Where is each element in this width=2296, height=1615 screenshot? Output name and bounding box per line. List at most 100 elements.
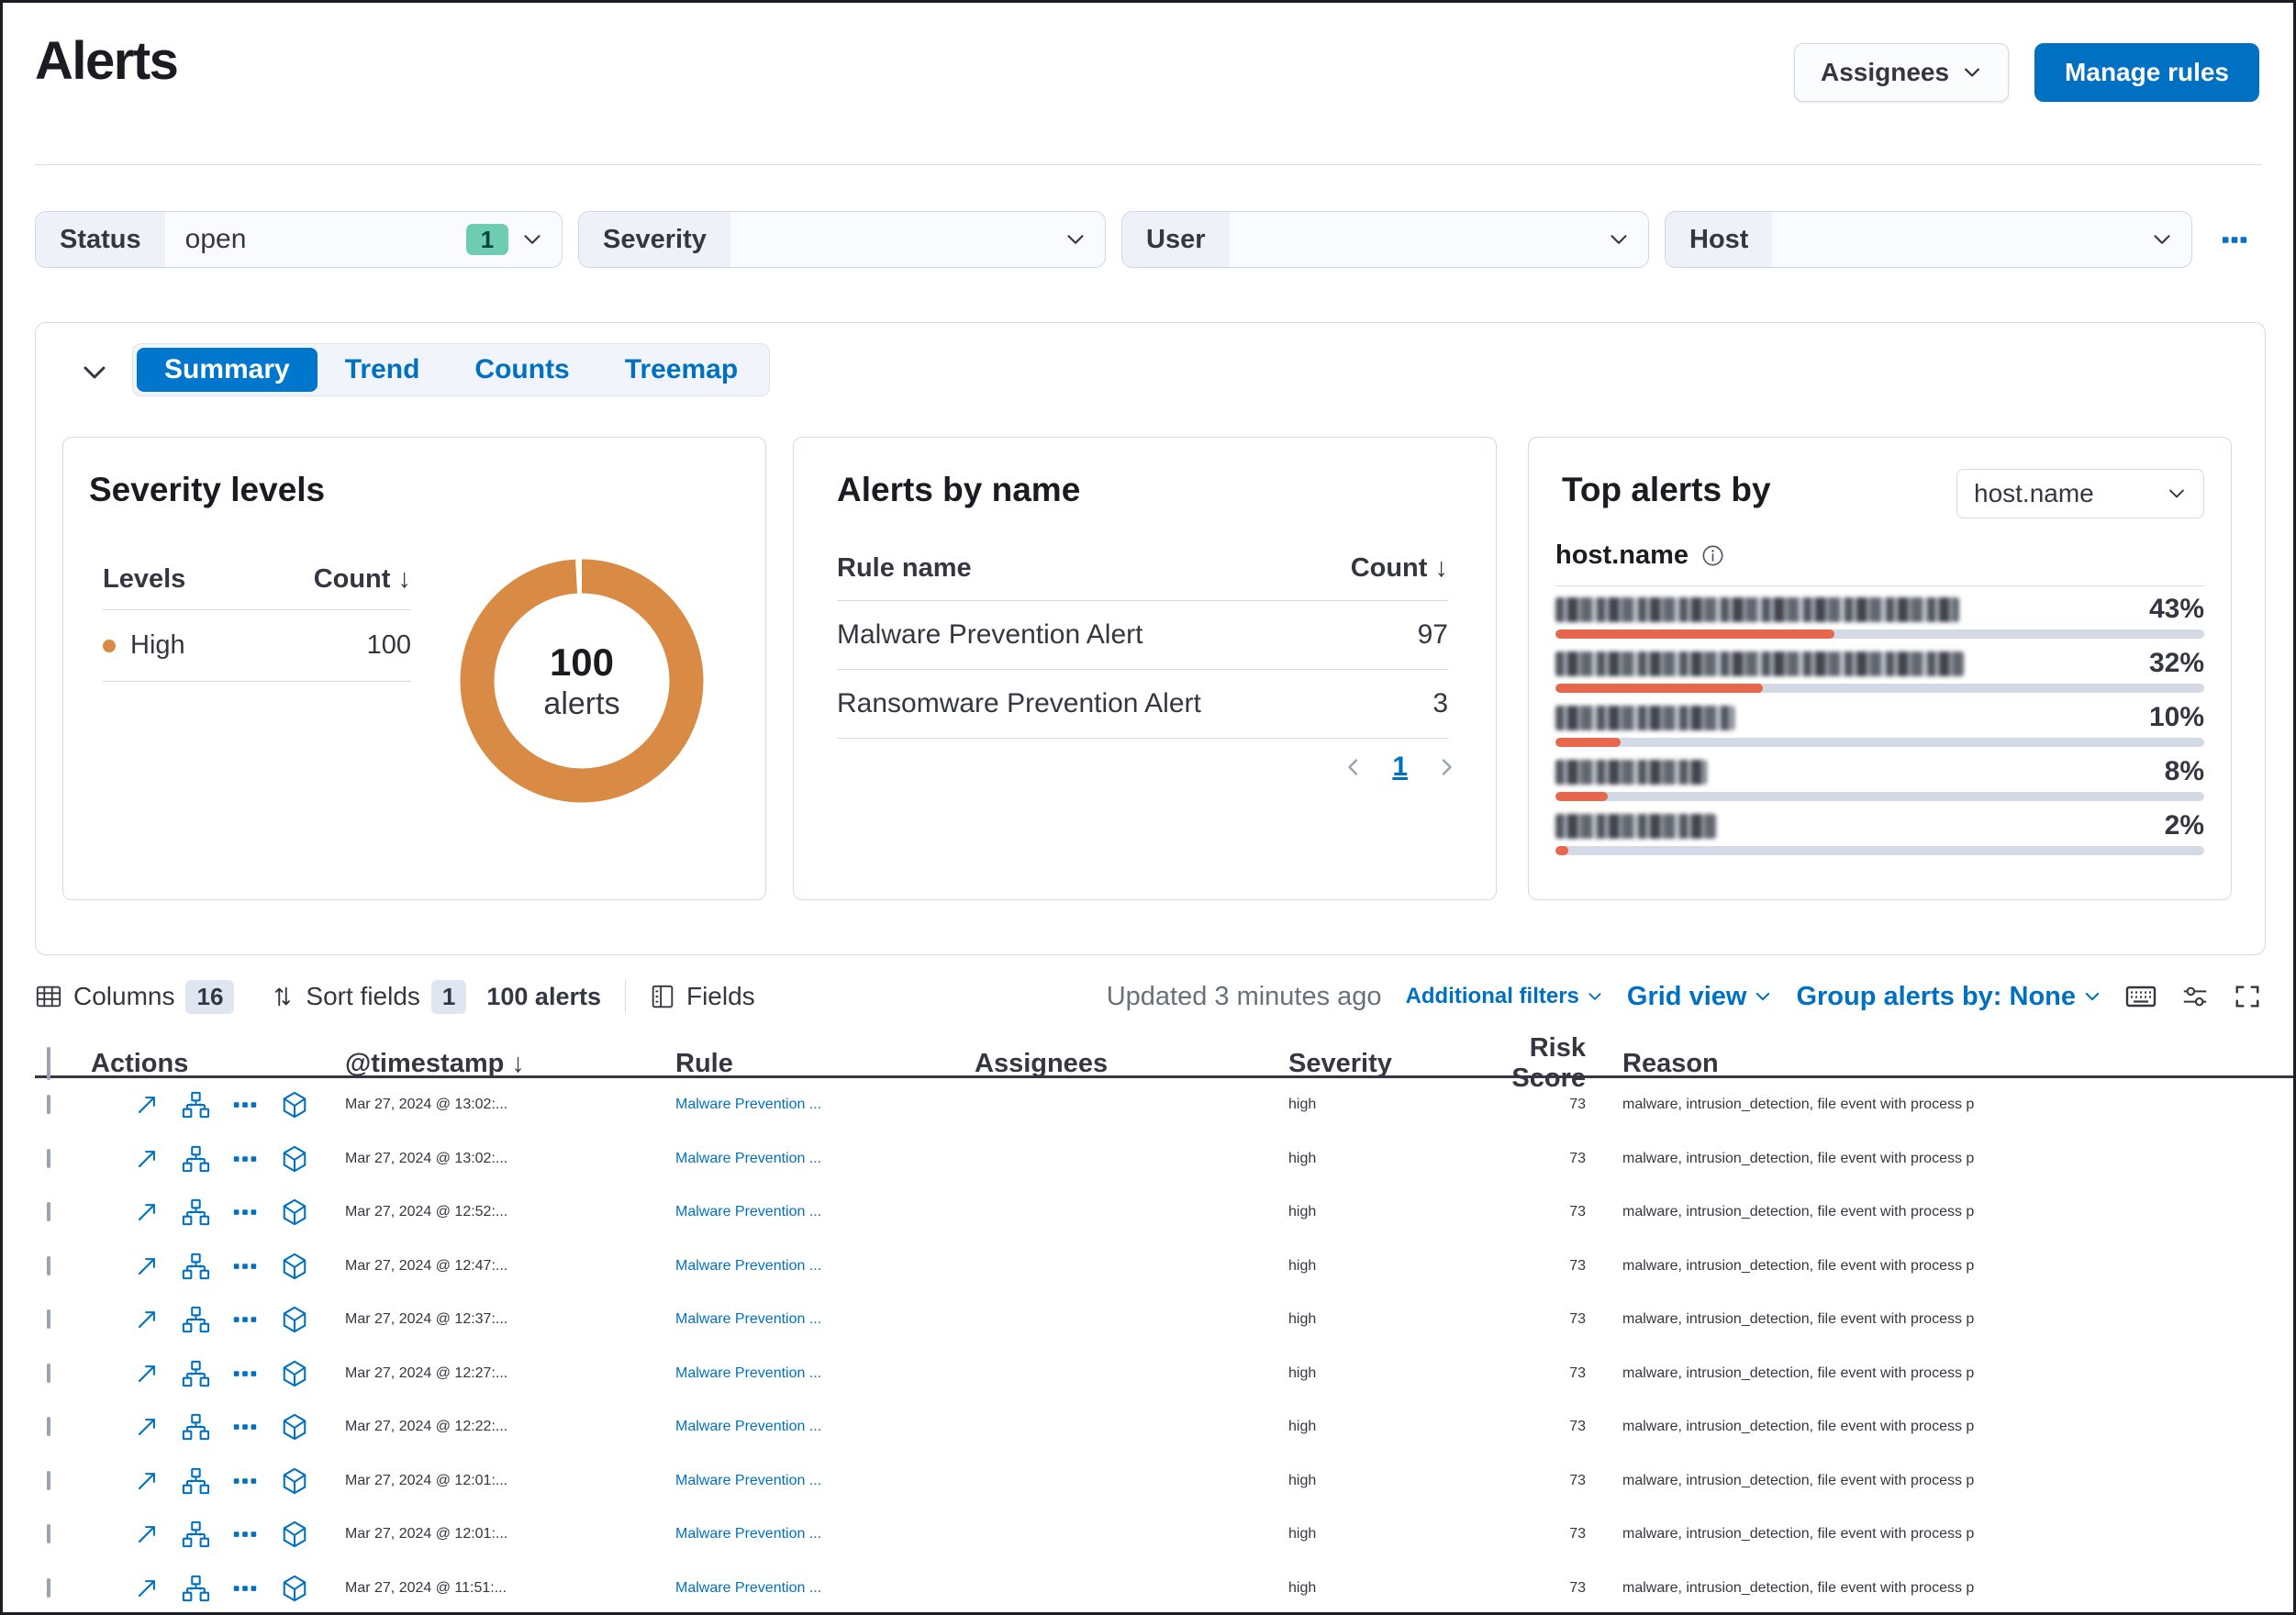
grid-view-button[interactable]: Grid view [1627,982,1773,1012]
expand-alert-icon[interactable] [134,1468,160,1494]
collapse-chevron-icon[interactable] [80,358,109,387]
rule-link[interactable]: Malware Prevention ... [675,1258,975,1275]
rule-link[interactable]: Malware Prevention ... [675,1419,975,1435]
keyboard-shortcuts-icon[interactable] [2125,983,2157,1010]
more-filters-icon[interactable] [2221,226,2248,253]
assignees-column-header[interactable]: Assignees [975,1049,1288,1079]
analyze-event-icon[interactable] [182,1091,209,1119]
session-view-icon[interactable] [281,1253,308,1280]
top-alerts-field-select[interactable]: host.name [1956,469,2204,518]
row-checkbox[interactable] [47,1524,50,1544]
next-page-icon[interactable] [1435,756,1457,778]
reason-column-header[interactable]: Reason [1600,1049,2293,1079]
host-filter[interactable]: Host [1665,211,2192,268]
count-column-header[interactable]: Count ↓ [1351,553,1448,584]
rule-link[interactable]: Malware Prevention ... [675,1097,975,1113]
rule-link[interactable]: Malware Prevention ... [675,1204,975,1220]
fields-button[interactable]: Fields [650,982,755,1011]
user-filter[interactable]: User [1121,211,1649,268]
more-actions-icon[interactable] [231,1520,259,1548]
session-view-icon[interactable] [281,1413,308,1441]
tab-summary[interactable]: Summary [137,348,318,392]
analyze-event-icon[interactable] [182,1253,209,1280]
rule-link[interactable]: Malware Prevention ... [675,1473,975,1489]
row-checkbox[interactable] [47,1363,50,1383]
session-view-icon[interactable] [281,1145,308,1173]
expand-alert-icon[interactable] [134,1146,160,1172]
assignees-button[interactable]: Assignees [1793,43,2010,102]
analyze-event-icon[interactable] [182,1575,209,1602]
analyze-event-icon[interactable] [182,1198,209,1226]
row-checkbox[interactable] [47,1148,50,1168]
reason-cell[interactable]: malware, intrusion_detection, file event… [1600,1151,2293,1167]
more-actions-icon[interactable] [231,1253,259,1280]
session-view-icon[interactable] [281,1575,308,1602]
expand-alert-icon[interactable] [134,1361,160,1387]
reason-cell[interactable]: malware, intrusion_detection, file event… [1600,1097,2293,1113]
group-alerts-by-button[interactable]: Group alerts by: None [1796,982,2101,1012]
row-checkbox[interactable] [47,1255,50,1275]
session-view-icon[interactable] [281,1520,308,1548]
analyze-event-icon[interactable] [182,1467,209,1495]
session-view-icon[interactable] [281,1360,308,1387]
analyze-event-icon[interactable] [182,1306,209,1333]
row-checkbox[interactable] [47,1095,50,1115]
more-actions-icon[interactable] [231,1306,259,1333]
rule-link[interactable]: Malware Prevention ... [675,1526,975,1543]
previous-page-icon[interactable] [1343,756,1365,778]
expand-alert-icon[interactable] [134,1092,160,1118]
rule-link[interactable]: Malware Prevention ... [675,1311,975,1328]
columns-button[interactable]: Columns 16 [35,979,235,1014]
analyze-event-icon[interactable] [182,1520,209,1548]
tab-treemap[interactable]: Treemap [597,348,765,392]
expand-alert-icon[interactable] [134,1307,160,1332]
session-view-icon[interactable] [281,1467,308,1495]
session-view-icon[interactable] [281,1091,308,1119]
reason-cell[interactable]: malware, intrusion_detection, file event… [1600,1311,2293,1328]
rule-link[interactable]: Malware Prevention ... [675,1151,975,1167]
row-checkbox[interactable] [47,1417,50,1437]
reason-cell[interactable]: malware, intrusion_detection, file event… [1600,1204,2293,1220]
reason-cell[interactable]: malware, intrusion_detection, file event… [1600,1580,2293,1597]
analyze-event-icon[interactable] [182,1360,209,1387]
page-number[interactable]: 1 [1392,752,1408,783]
sort-fields-button[interactable]: Sort fields 1 [271,979,467,1014]
more-actions-icon[interactable] [231,1198,259,1226]
analyze-event-icon[interactable] [182,1413,209,1441]
reason-cell[interactable]: malware, intrusion_detection, file event… [1600,1365,2293,1382]
row-checkbox[interactable] [47,1470,50,1490]
row-checkbox[interactable] [47,1577,50,1598]
row-checkbox[interactable] [47,1309,50,1330]
manage-rules-button[interactable]: Manage rules [2034,43,2259,102]
severity-column-header[interactable]: Severity [1288,1049,1472,1079]
rule-link[interactable]: Malware Prevention ... [675,1580,975,1597]
status-filter[interactable]: Status open 1 [35,211,563,268]
session-view-icon[interactable] [281,1198,308,1226]
expand-alert-icon[interactable] [134,1521,160,1547]
row-checkbox[interactable] [47,1202,50,1222]
rule-column-header[interactable]: Rule [675,1049,975,1079]
count-column-header[interactable]: Count ↓ [314,564,411,595]
info-icon[interactable] [1701,544,1724,567]
more-actions-icon[interactable] [231,1145,259,1173]
select-all-checkbox[interactable] [47,1046,50,1080]
more-actions-icon[interactable] [231,1413,259,1441]
more-actions-icon[interactable] [231,1575,259,1602]
reason-cell[interactable]: malware, intrusion_detection, file event… [1600,1526,2293,1543]
tab-counts[interactable]: Counts [447,348,596,392]
additional-filters-button[interactable]: Additional filters [1406,984,1603,1009]
fullscreen-icon[interactable] [2234,983,2261,1010]
expand-alert-icon[interactable] [134,1414,160,1440]
display-options-icon[interactable] [2180,983,2210,1010]
analyze-event-icon[interactable] [182,1145,209,1173]
expand-alert-icon[interactable] [134,1253,160,1279]
more-actions-icon[interactable] [231,1467,259,1495]
timestamp-column-header[interactable]: @timestamp ↓ [345,1049,675,1079]
severity-filter[interactable]: Severity [578,211,1106,268]
reason-cell[interactable]: malware, intrusion_detection, file event… [1600,1258,2293,1275]
expand-alert-icon[interactable] [134,1199,160,1225]
expand-alert-icon[interactable] [134,1576,160,1601]
risk-score-column-header[interactable]: Risk Score [1472,1033,1600,1094]
more-actions-icon[interactable] [231,1091,259,1119]
tab-trend[interactable]: Trend [318,348,448,392]
